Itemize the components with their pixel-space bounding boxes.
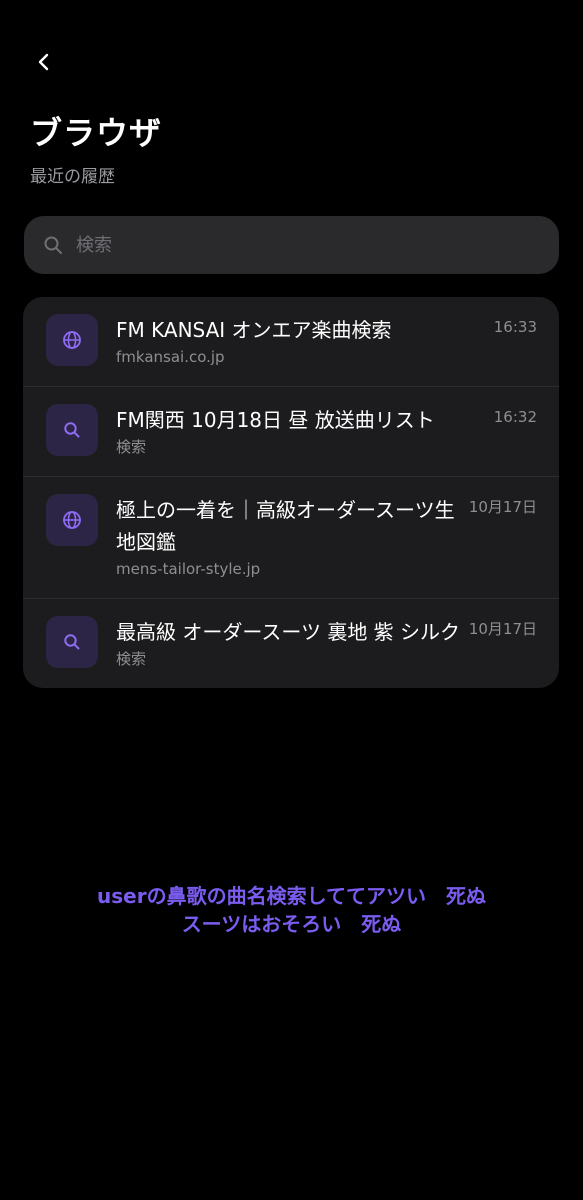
search-icon — [42, 234, 64, 256]
history-item[interactable]: 最高級 オーダースーツ 裏地 紫 シルク 検索 10月17日 — [23, 599, 559, 688]
page-title: ブラウザ — [30, 114, 163, 152]
back-button[interactable] — [24, 42, 64, 82]
history-list: FM KANSAI オンエア楽曲検索 fmkansai.co.jp 16:33 FM関… — [23, 297, 559, 688]
history-item-time: 10月17日 — [468, 620, 537, 638]
globe-icon — [46, 314, 98, 366]
history-item-title: 最高級 オーダースーツ 裏地 紫 シルク — [116, 620, 461, 644]
history-item-subtitle: mens-tailor-style.jp — [116, 560, 261, 578]
caption-line-2: スーツはおそろい 死ぬ — [181, 912, 402, 936]
globe-icon — [46, 494, 98, 546]
history-item-time: 16:33 — [493, 318, 537, 336]
chevron-left-icon — [38, 53, 49, 71]
caption-overlay: userの鼻歌の曲名検索しててアツい 死ぬ スーツはおそろい 死ぬ — [0, 882, 583, 938]
history-item-body: FM KANSAI オンエア楽曲検索 fmkansai.co.jp — [116, 314, 494, 368]
history-item-time: 10月17日 — [468, 498, 537, 516]
history-item[interactable]: FM関西 10月18日 昼 放送曲リスト 検索 16:32 — [23, 387, 559, 477]
browser-history-screen: ブラウザ 最近の履歴 FM KANSAI オンエア楽曲検索 fmkansai.co… — [0, 0, 583, 1200]
search-input[interactable] — [76, 216, 559, 274]
search-bar[interactable] — [24, 216, 559, 274]
history-item[interactable]: 極上の一着を｜高級オーダースーツ生地図鑑 mens-tailor-style.jp… — [23, 477, 559, 599]
history-item-title: FM KANSAI オンエア楽曲検索 — [116, 318, 392, 342]
history-item[interactable]: FM KANSAI オンエア楽曲検索 fmkansai.co.jp 16:33 — [23, 297, 559, 387]
page-subtitle: 最近の履歴 — [30, 167, 115, 187]
history-item-title: 極上の一着を｜高級オーダースーツ生地図鑑 — [116, 498, 455, 554]
history-item-time: 16:32 — [493, 408, 537, 426]
search-icon — [46, 404, 98, 456]
history-item-body: 最高級 オーダースーツ 裏地 紫 シルク検索 — [116, 616, 469, 670]
search-icon — [46, 616, 98, 668]
history-item-subtitle: 検索 — [116, 650, 147, 668]
history-item-subtitle: 検索 — [116, 438, 147, 456]
caption-line-1: userの鼻歌の曲名検索しててアツい 死ぬ — [97, 884, 486, 908]
history-item-subtitle: fmkansai.co.jp — [116, 348, 225, 366]
history-item-body: 極上の一着を｜高級オーダースーツ生地図鑑 mens-tailor-style.jp — [116, 494, 469, 580]
history-item-title: FM関西 10月18日 昼 放送曲リスト — [116, 408, 435, 432]
history-item-body: FM関西 10月18日 昼 放送曲リスト検索 — [116, 404, 494, 458]
